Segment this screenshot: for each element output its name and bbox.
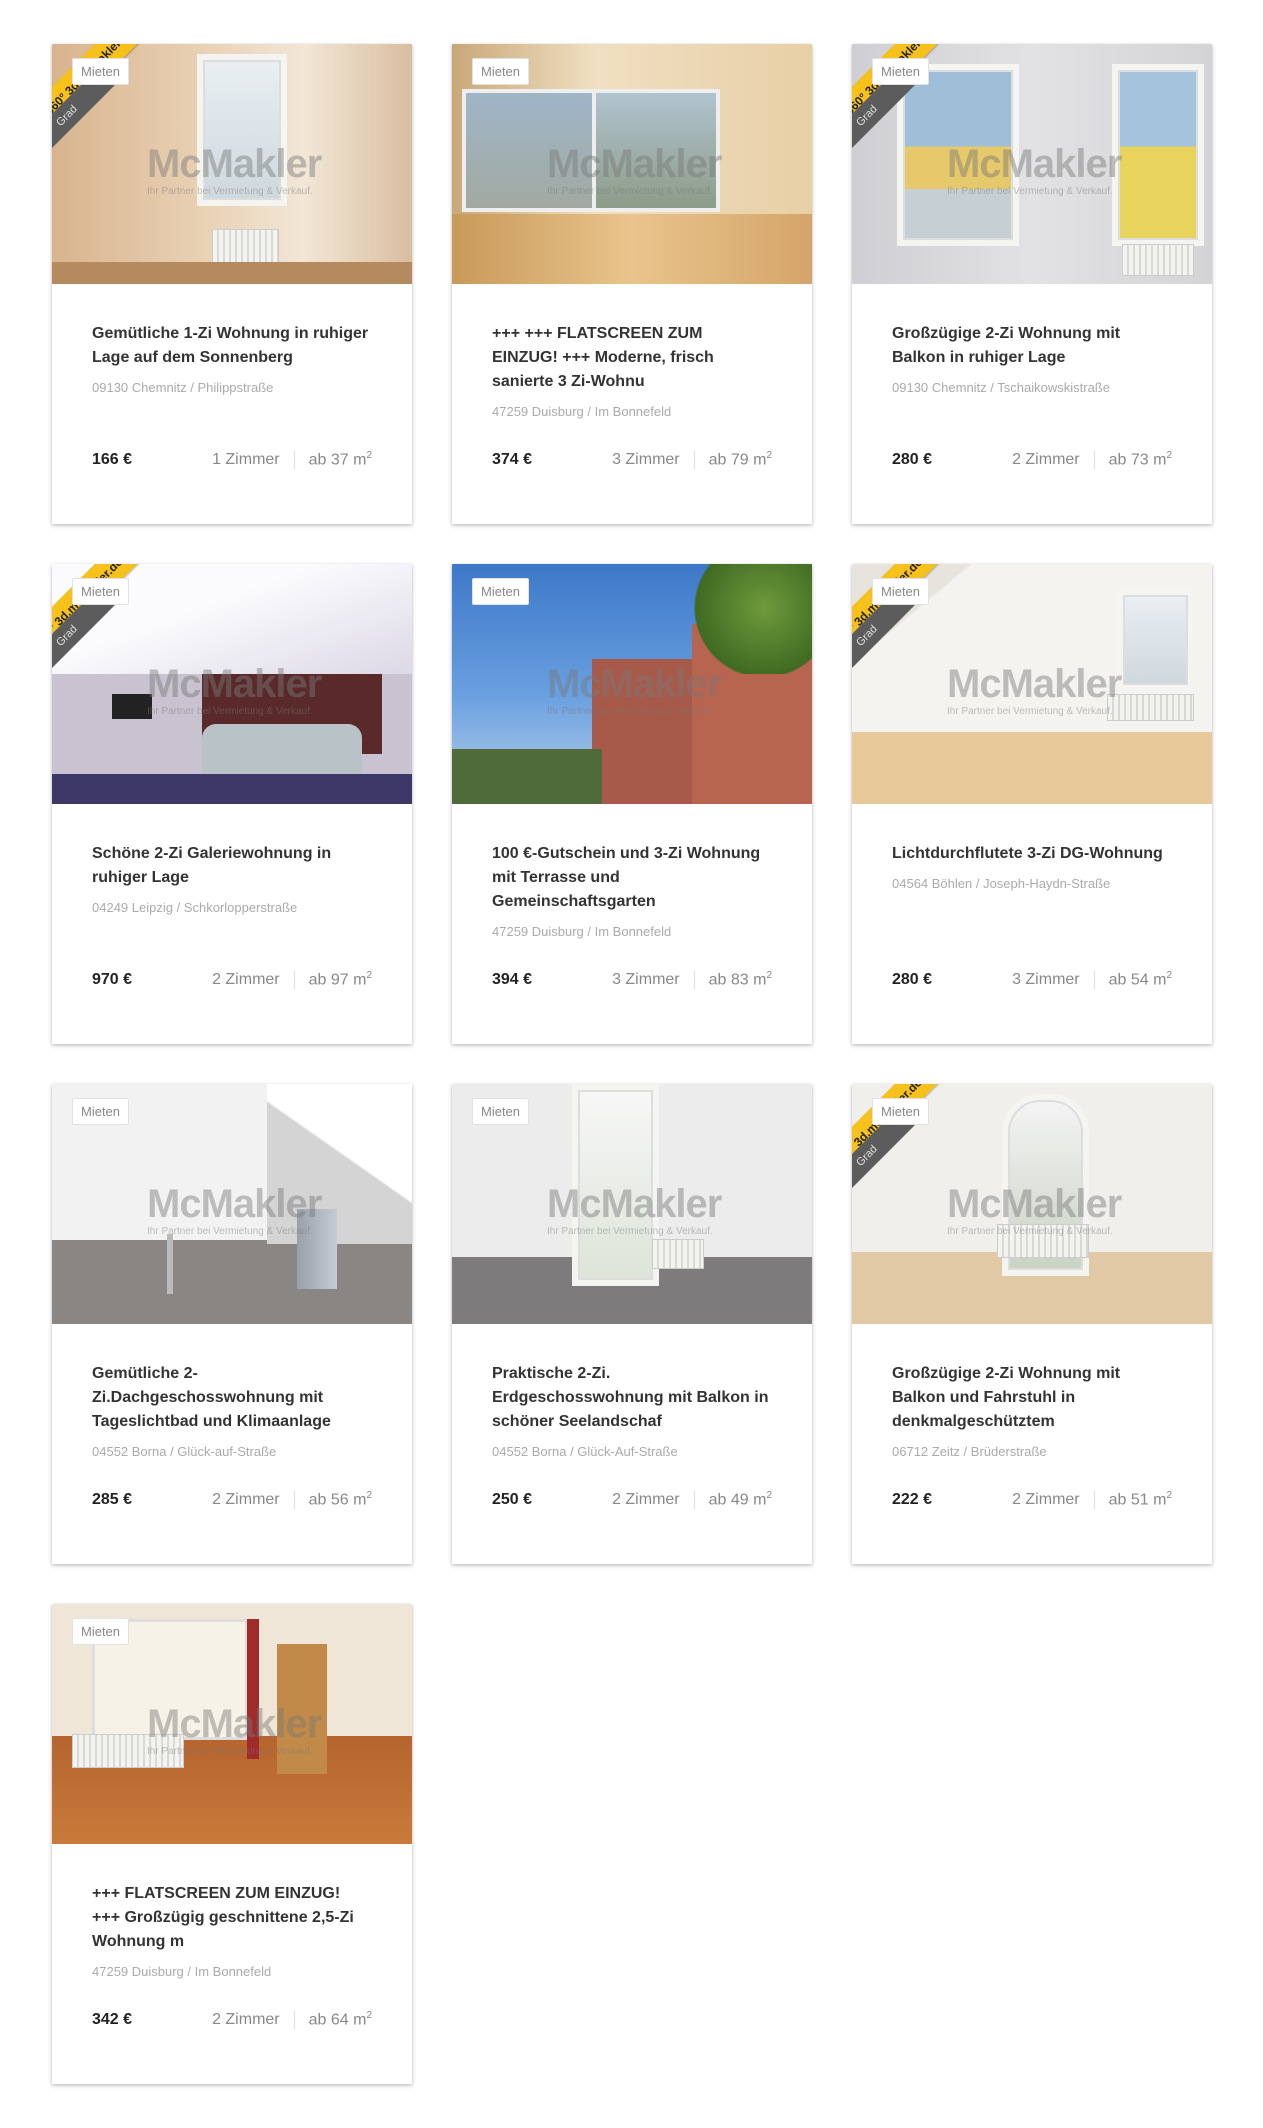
listing-location: 04249 Leipzig / Schkorlopperstraße bbox=[92, 900, 298, 915]
listing-rooms: 3 Zimmer bbox=[612, 451, 695, 469]
listing-price: 166 € bbox=[92, 451, 133, 468]
listing-area: ab 56 m2 bbox=[308, 1490, 372, 1509]
mieten-badge: Mieten bbox=[72, 1618, 130, 1645]
listing-meta: 342 € 2 Zimmer ab 64 m2 bbox=[92, 2006, 372, 2034]
listing-title[interactable]: Lichtdurchflutete 3-Zi DG-Wohnung bbox=[892, 842, 1172, 866]
listing-location: 04552 Borna / Glück-auf-Straße bbox=[92, 1444, 277, 1459]
listing-title[interactable]: +++ FLATSCREEN ZUM EINZUG! +++ Großzügig… bbox=[92, 1882, 372, 1954]
listing-price: 222 € bbox=[892, 1491, 933, 1508]
listing-price: 285 € bbox=[92, 1491, 133, 1508]
listing-photo[interactable]: McMakler Ihr Partner bei Vermietung & Ve… bbox=[52, 1084, 412, 1324]
listing-photo[interactable]: McMakler Ihr Partner bei Vermietung & Ve… bbox=[452, 1084, 812, 1324]
listing-price: 280 € bbox=[892, 971, 933, 988]
listing-price: 970 € bbox=[92, 971, 133, 988]
listing-card[interactable]: McMakler Ihr Partner bei Vermietung & Ve… bbox=[52, 564, 412, 1044]
listing-rooms: 2 Zimmer bbox=[212, 2011, 295, 2029]
listing-area: ab 97 m2 bbox=[308, 970, 372, 989]
listing-title[interactable]: Gemütliche 2-Zi.Dachgeschosswohnung mit … bbox=[92, 1362, 372, 1434]
listing-card[interactable]: McMakler Ihr Partner bei Vermietung & Ve… bbox=[452, 1084, 812, 1564]
listing-card[interactable]: McMakler Ihr Partner bei Vermietung & Ve… bbox=[452, 44, 812, 524]
listing-area: ab 51 m2 bbox=[1108, 1490, 1172, 1509]
listing-meta: 394 € 3 Zimmer ab 83 m2 bbox=[492, 966, 772, 994]
listing-photo[interactable]: McMakler Ihr Partner bei Vermietung & Ve… bbox=[52, 44, 412, 284]
listing-price: 342 € bbox=[92, 2011, 133, 2028]
listing-photo[interactable]: McMakler Ihr Partner bei Vermietung & Ve… bbox=[852, 564, 1212, 804]
listing-rooms: 2 Zimmer bbox=[212, 1491, 295, 1509]
listing-card[interactable]: McMakler Ihr Partner bei Vermietung & Ve… bbox=[52, 1604, 412, 2084]
listing-meta: 285 € 2 Zimmer ab 56 m2 bbox=[92, 1486, 372, 1514]
listing-rooms: 1 Zimmer bbox=[212, 451, 295, 469]
listing-location: 47259 Duisburg / Im Bonnefeld bbox=[92, 1964, 272, 1979]
mieten-badge: Mieten bbox=[872, 578, 930, 605]
listing-title[interactable]: Gemütliche 1-Zi Wohnung in ruhiger Lage … bbox=[92, 322, 372, 370]
listing-meta: 280 € 2 Zimmer ab 73 m2 bbox=[892, 446, 1172, 474]
mieten-badge: Mieten bbox=[872, 1098, 930, 1125]
listing-photo[interactable]: McMakler Ihr Partner bei Vermietung & Ve… bbox=[852, 1084, 1212, 1324]
listing-price: 394 € bbox=[492, 971, 533, 988]
mieten-badge: Mieten bbox=[472, 578, 530, 605]
listing-location: 09130 Chemnitz / Philippstraße bbox=[92, 380, 274, 395]
listing-meta: 222 € 2 Zimmer ab 51 m2 bbox=[892, 1486, 1172, 1514]
listing-location: 04552 Borna / Glück-Auf-Straße bbox=[492, 1444, 678, 1459]
listing-card[interactable]: McMakler Ihr Partner bei Vermietung & Ve… bbox=[852, 564, 1212, 1044]
listing-photo[interactable]: McMakler Ihr Partner bei Vermietung & Ve… bbox=[52, 564, 412, 804]
listing-card[interactable]: McMakler Ihr Partner bei Vermietung & Ve… bbox=[52, 44, 412, 524]
listing-price: 374 € bbox=[492, 451, 533, 468]
listing-rooms: 3 Zimmer bbox=[1012, 971, 1095, 989]
listing-rooms: 2 Zimmer bbox=[1012, 451, 1095, 469]
mieten-badge: Mieten bbox=[72, 578, 130, 605]
listing-price: 250 € bbox=[492, 1491, 533, 1508]
listing-title[interactable]: Schöne 2-Zi Galeriewohnung in ruhiger La… bbox=[92, 842, 372, 890]
listing-rooms: 3 Zimmer bbox=[612, 971, 695, 989]
mieten-badge: Mieten bbox=[872, 58, 930, 85]
listing-price: 280 € bbox=[892, 451, 933, 468]
mieten-badge: Mieten bbox=[472, 58, 530, 85]
listing-meta: 166 € 1 Zimmer ab 37 m2 bbox=[92, 446, 372, 474]
listing-photo[interactable]: McMakler Ihr Partner bei Vermietung & Ve… bbox=[452, 44, 812, 284]
listing-card[interactable]: McMakler Ihr Partner bei Vermietung & Ve… bbox=[852, 44, 1212, 524]
listing-card[interactable]: McMakler Ihr Partner bei Vermietung & Ve… bbox=[452, 564, 812, 1044]
listing-area: ab 54 m2 bbox=[1108, 970, 1172, 989]
listing-area: ab 64 m2 bbox=[308, 2010, 372, 2029]
listing-area: ab 49 m2 bbox=[708, 1490, 772, 1509]
listing-meta: 280 € 3 Zimmer ab 54 m2 bbox=[892, 966, 1172, 994]
listing-area: ab 79 m2 bbox=[708, 450, 772, 469]
listing-location: 47259 Duisburg / Im Bonnefeld bbox=[492, 924, 672, 939]
mieten-badge: Mieten bbox=[472, 1098, 530, 1125]
listing-area: ab 83 m2 bbox=[708, 970, 772, 989]
listing-photo[interactable]: McMakler Ihr Partner bei Vermietung & Ve… bbox=[52, 1604, 412, 1844]
listing-photo[interactable]: McMakler Ihr Partner bei Vermietung & Ve… bbox=[452, 564, 812, 804]
listing-location: 47259 Duisburg / Im Bonnefeld bbox=[492, 404, 672, 419]
listing-card[interactable]: McMakler Ihr Partner bei Vermietung & Ve… bbox=[52, 1084, 412, 1564]
listing-photo[interactable]: McMakler Ihr Partner bei Vermietung & Ve… bbox=[852, 44, 1212, 284]
listing-meta: 250 € 2 Zimmer ab 49 m2 bbox=[492, 1486, 772, 1514]
listing-card[interactable]: McMakler Ihr Partner bei Vermietung & Ve… bbox=[852, 1084, 1212, 1564]
listing-title[interactable]: 100 €-Gutschein und 3-Zi Wohnung mit Ter… bbox=[492, 842, 772, 914]
listing-rooms: 2 Zimmer bbox=[1012, 1491, 1095, 1509]
listing-location: 04564 Böhlen / Joseph-Haydn-Straße bbox=[892, 876, 1111, 891]
listing-meta: 374 € 3 Zimmer ab 79 m2 bbox=[492, 446, 772, 474]
listing-rooms: 2 Zimmer bbox=[212, 971, 295, 989]
mieten-badge: Mieten bbox=[72, 58, 130, 85]
listing-title[interactable]: +++ +++ FLATSCREEN ZUM EINZUG! +++ Moder… bbox=[492, 322, 772, 394]
listing-location: 09130 Chemnitz / Tschaikowskistraße bbox=[892, 380, 1110, 395]
listing-area: ab 73 m2 bbox=[1108, 450, 1172, 469]
mieten-badge: Mieten bbox=[72, 1098, 130, 1125]
listing-meta: 970 € 2 Zimmer ab 97 m2 bbox=[92, 966, 372, 994]
listing-title[interactable]: Praktische 2-Zi. Erdgeschosswohnung mit … bbox=[492, 1362, 772, 1434]
listing-title[interactable]: Großzügige 2-Zi Wohnung mit Balkon und F… bbox=[892, 1362, 1172, 1434]
listing-location: 06712 Zeitz / Brüderstraße bbox=[892, 1444, 1047, 1459]
listing-rooms: 2 Zimmer bbox=[612, 1491, 695, 1509]
listing-area: ab 37 m2 bbox=[308, 450, 372, 469]
listing-title[interactable]: Großzügige 2-Zi Wohnung mit Balkon in ru… bbox=[892, 322, 1172, 370]
